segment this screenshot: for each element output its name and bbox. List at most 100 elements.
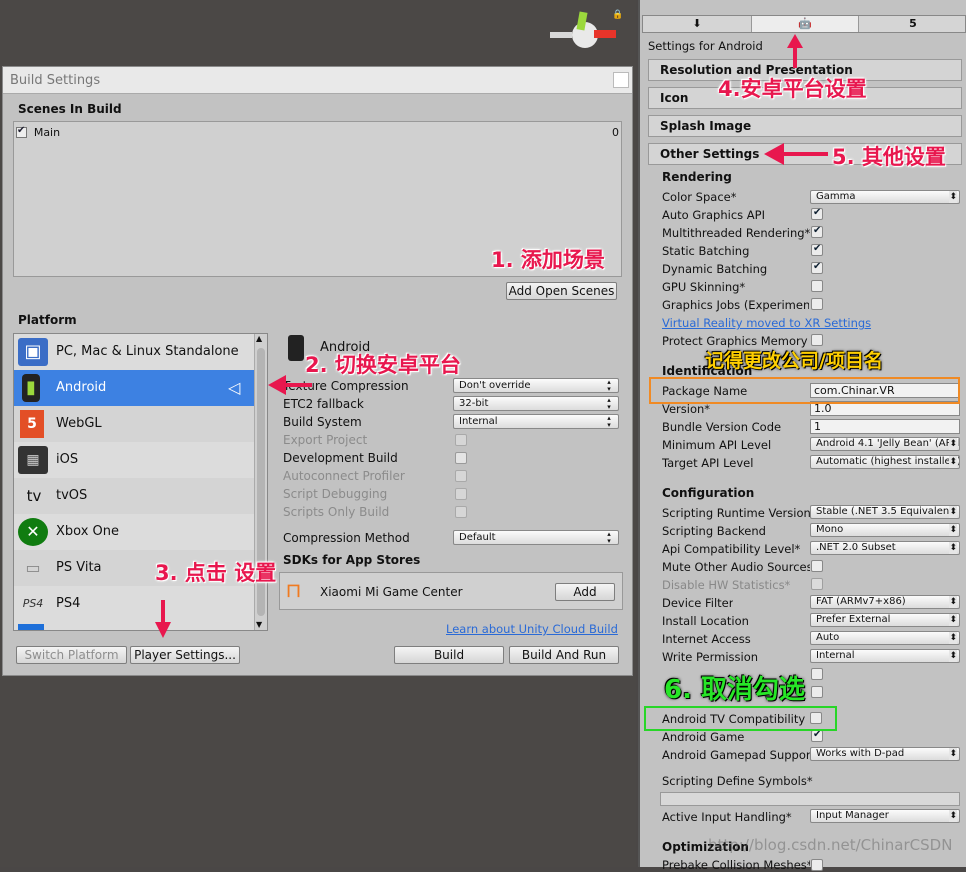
device-filter-dropdown[interactable]: FAT (ARMv7+x86) — [810, 595, 960, 609]
protect-memory-checkbox[interactable] — [811, 334, 823, 346]
hidden-option-checkbox-2[interactable] — [811, 686, 823, 698]
learn-cloud-build-link[interactable]: Learn about Unity Cloud Build — [446, 622, 618, 636]
xbox-icon: ✕ — [18, 518, 48, 546]
autoconnect-profiler-label: Autoconnect Profiler — [283, 469, 405, 483]
platform-item-tvos[interactable]: tv tvOS — [14, 478, 254, 514]
disable-hw-checkbox — [811, 578, 823, 590]
scene-checkbox[interactable] — [16, 125, 27, 138]
install-location-dropdown[interactable]: Prefer External — [810, 613, 960, 627]
platform-label: iOS — [56, 452, 79, 467]
target-api-dropdown[interactable]: Automatic (highest installed) — [810, 455, 960, 469]
runtime-version-dropdown[interactable]: Stable (.NET 3.5 Equivalent) — [810, 505, 960, 519]
settings-for-label: Settings for Android — [648, 39, 763, 53]
define-symbols-label: Scripting Define Symbols* — [662, 774, 813, 788]
tab-webgl[interactable]: 5 — [859, 16, 966, 32]
platform-tabs: ⬇ 🤖 5 — [642, 15, 966, 33]
scene-gizmo[interactable]: 🔒 — [548, 10, 623, 64]
annotation-add-scene: 1. 添加场景 — [491, 248, 605, 272]
annotation-company-name: 记得更改公司/项目名 — [705, 350, 883, 372]
color-space-label: Color Space* — [662, 190, 737, 204]
graphics-jobs-checkbox[interactable] — [811, 298, 823, 310]
platform-item-webgl[interactable]: 5 WebGL — [14, 406, 254, 442]
arrow-other — [782, 152, 828, 156]
vr-xr-link[interactable]: Virtual Reality moved to XR Settings — [662, 316, 871, 330]
gpu-skinning-label: GPU Skinning* — [662, 280, 746, 294]
target-api-label: Target API Level — [662, 456, 754, 470]
lock-icon[interactable]: 🔒 — [612, 10, 623, 20]
sdk-add-button[interactable]: Add — [555, 583, 615, 601]
mute-audio-checkbox[interactable] — [811, 560, 823, 572]
multithreaded-checkbox[interactable] — [811, 225, 823, 238]
compression-method-dropdown[interactable]: Default — [453, 530, 619, 545]
tab-android[interactable]: 🤖 — [751, 16, 859, 32]
bundle-code-label: Bundle Version Code — [662, 420, 782, 434]
auto-graphics-checkbox[interactable] — [811, 207, 823, 220]
min-api-dropdown[interactable]: Android 4.1 'Jelly Bean' (API level 16) — [810, 437, 960, 451]
static-batching-checkbox[interactable] — [811, 243, 823, 256]
dynamic-batching-checkbox[interactable] — [811, 261, 823, 274]
etc2-fallback-dropdown[interactable]: 32-bit — [453, 396, 619, 411]
arrow-head-settings — [155, 622, 171, 638]
annotation-other-settings: 5. 其他设置 — [832, 145, 946, 169]
build-button[interactable]: Build — [394, 646, 504, 664]
bundle-code-field[interactable]: 1 — [810, 419, 960, 434]
development-build-label: Development Build — [283, 451, 398, 465]
build-and-run-button[interactable]: Build And Run — [509, 646, 619, 664]
android-device-icon — [288, 335, 304, 361]
platform-label: PS4 — [56, 596, 81, 611]
hidden-option-checkbox-1[interactable] — [811, 668, 823, 680]
development-build-checkbox[interactable] — [455, 452, 467, 464]
android-game-label: Android Game — [662, 730, 745, 744]
gpu-skinning-checkbox[interactable] — [811, 280, 823, 292]
add-open-scenes-button[interactable]: Add Open Scenes — [506, 282, 617, 300]
build-system-dropdown[interactable]: Internal — [453, 414, 619, 429]
player-settings-button[interactable]: Player Settings... — [130, 646, 240, 664]
color-space-dropdown[interactable]: Gamma — [810, 190, 960, 204]
build-system-label: Build System — [283, 415, 362, 429]
gamepad-dropdown[interactable]: Works with D-pad — [810, 747, 960, 761]
autoconnect-profiler-checkbox — [455, 470, 467, 482]
package-name-highlight — [649, 377, 960, 404]
window-title: Build Settings — [10, 73, 101, 88]
close-button[interactable] — [613, 72, 629, 88]
static-batching-label: Static Batching — [662, 244, 750, 258]
foldout-splash-image[interactable]: Splash Image — [648, 115, 962, 137]
etc2-fallback-label: ETC2 fallback — [283, 397, 364, 411]
texture-compression-dropdown[interactable]: Don't override — [453, 378, 619, 393]
arrow-switch — [282, 383, 312, 387]
min-api-label: Minimum API Level — [662, 438, 772, 452]
pc-icon: ▣ — [18, 338, 48, 366]
platform-item-ps4[interactable]: PS4 PS4 — [14, 586, 254, 622]
mute-audio-label: Mute Other Audio Sources — [662, 560, 810, 574]
configuration-header: Configuration — [662, 486, 755, 500]
api-compat-dropdown[interactable]: .NET 2.0 Subset — [810, 541, 960, 555]
platform-item-standalone[interactable]: ▣ PC, Mac & Linux Standalone — [14, 334, 254, 370]
scripting-backend-dropdown[interactable]: Mono — [810, 523, 960, 537]
platform-item-xbox[interactable]: ✕ Xbox One — [14, 514, 254, 550]
arrow-settings — [161, 600, 165, 624]
platform-item-android[interactable]: ▮ Android ◁ — [14, 370, 254, 406]
switch-platform-button[interactable]: Switch Platform — [16, 646, 127, 664]
psvita-icon: ▭ — [25, 558, 41, 577]
scenes-in-build-header: Scenes In Build — [18, 102, 122, 116]
rendering-header: Rendering — [662, 170, 732, 184]
arrow-head-android-tab — [787, 34, 803, 48]
platform-item-ios[interactable]: ▦ iOS — [14, 442, 254, 478]
prebake-checkbox[interactable] — [811, 859, 823, 871]
platform-label: Android — [56, 380, 107, 395]
tab-standalone[interactable]: ⬇ — [643, 16, 751, 32]
android-game-checkbox[interactable] — [811, 729, 823, 742]
html5-icon: 5 — [20, 410, 44, 438]
internet-access-dropdown[interactable]: Auto — [810, 631, 960, 645]
platform-header: Platform — [18, 313, 77, 327]
export-project-checkbox — [455, 434, 467, 446]
define-symbols-field[interactable] — [660, 792, 960, 806]
input-handling-label: Active Input Handling* — [662, 810, 792, 824]
platform-label: tvOS — [56, 488, 88, 503]
auto-graphics-label: Auto Graphics API — [662, 208, 765, 222]
write-permission-dropdown[interactable]: Internal — [810, 649, 960, 663]
android-icon: ▮ — [22, 374, 40, 402]
scene-row[interactable]: Main 0 — [16, 125, 619, 140]
api-compat-label: Api Compatibility Level* — [662, 542, 801, 556]
input-handling-dropdown[interactable]: Input Manager — [810, 809, 960, 823]
